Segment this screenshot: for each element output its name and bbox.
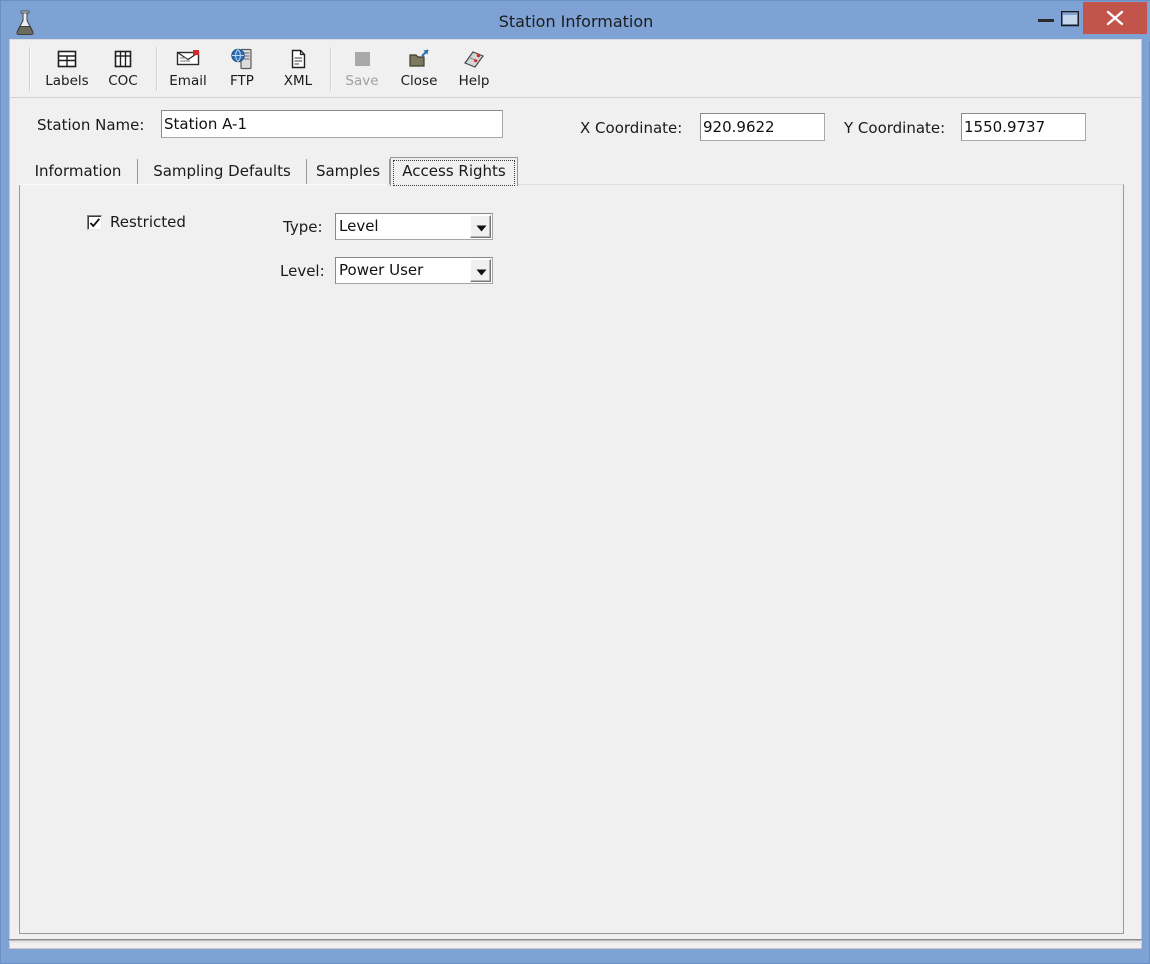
restricted-label: Restricted bbox=[110, 213, 186, 231]
toolbar-separator bbox=[29, 47, 31, 91]
level-label: Level: bbox=[280, 262, 325, 280]
x-coordinate-label: X Coordinate: bbox=[580, 119, 683, 137]
toolbar-button-save[interactable]: Save bbox=[338, 45, 386, 93]
toolbar-button-label: Save bbox=[345, 73, 379, 89]
toolbar-button-label: Help bbox=[458, 73, 490, 89]
window-title: Station Information bbox=[498, 12, 654, 31]
tab-information[interactable]: Information bbox=[19, 159, 138, 185]
tab-access-rights[interactable]: Access Rights bbox=[390, 157, 518, 186]
chevron-down-icon[interactable] bbox=[470, 215, 491, 238]
type-combobox-value: Level bbox=[339, 217, 379, 235]
station-name-label: Station Name: bbox=[37, 116, 145, 134]
type-label: Type: bbox=[283, 218, 323, 236]
checkmark-icon bbox=[89, 218, 100, 228]
tab-label: Samples bbox=[315, 162, 381, 180]
toolbar-button-label: Labels bbox=[45, 73, 89, 89]
level-combobox-value: Power User bbox=[339, 261, 424, 279]
toolbar-button-ftp[interactable]: FTP bbox=[219, 45, 265, 93]
tab-label: Information bbox=[34, 162, 122, 180]
toolbar-button-label: Close bbox=[400, 73, 438, 89]
toolbar-button-help[interactable]: Help bbox=[450, 45, 498, 93]
save-icon bbox=[338, 47, 386, 73]
toolbar: Labels COC Email FTP XML Save Close Help bbox=[10, 40, 1141, 98]
table-labels-icon bbox=[42, 47, 92, 73]
station-name-input[interactable] bbox=[161, 110, 503, 138]
tab-label: Access Rights bbox=[402, 162, 506, 180]
chevron-down-icon[interactable] bbox=[470, 259, 491, 282]
tab-samples[interactable]: Samples bbox=[307, 159, 390, 185]
folder-exit-icon bbox=[394, 47, 444, 73]
toolbar-button-label: XML bbox=[283, 73, 313, 89]
y-coordinate-label: Y Coordinate: bbox=[844, 119, 946, 137]
close-button[interactable] bbox=[1083, 2, 1147, 34]
title-bar[interactable]: Station Information bbox=[1, 1, 1150, 42]
toolbar-button-label: COC bbox=[108, 73, 138, 89]
window-bottom-bevel bbox=[9, 939, 1142, 943]
toolbar-separator bbox=[330, 47, 332, 91]
envelope-icon bbox=[162, 47, 214, 73]
server-globe-icon bbox=[219, 47, 265, 73]
tab-sampling-defaults[interactable]: Sampling Defaults bbox=[138, 159, 307, 185]
y-coordinate-input[interactable] bbox=[961, 113, 1086, 141]
toolbar-button-email[interactable]: Email bbox=[162, 45, 214, 93]
tab-label: Sampling Defaults bbox=[153, 162, 291, 180]
document-icon bbox=[273, 47, 323, 73]
help-book-icon bbox=[450, 47, 498, 73]
toolbar-button-xml[interactable]: XML bbox=[273, 45, 323, 93]
type-combobox[interactable]: Level bbox=[335, 213, 493, 240]
level-combobox[interactable]: Power User bbox=[335, 257, 493, 284]
table-coc-icon bbox=[98, 47, 148, 73]
tab-strip: Information Sampling Defaults Samples Ac… bbox=[19, 157, 1124, 186]
toolbar-button-label: Email bbox=[169, 73, 207, 89]
tab-page-access-rights bbox=[19, 184, 1124, 934]
x-coordinate-input[interactable] bbox=[700, 113, 825, 141]
toolbar-button-label: FTP bbox=[230, 73, 254, 89]
toolbar-separator bbox=[156, 47, 158, 91]
application-window: Station Information Labels COC Email FTP… bbox=[0, 0, 1150, 964]
toolbar-button-coc[interactable]: COC bbox=[98, 45, 148, 93]
toolbar-button-labels[interactable]: Labels bbox=[42, 45, 92, 93]
restricted-checkbox[interactable] bbox=[87, 215, 102, 230]
toolbar-button-close[interactable]: Close bbox=[394, 45, 444, 93]
